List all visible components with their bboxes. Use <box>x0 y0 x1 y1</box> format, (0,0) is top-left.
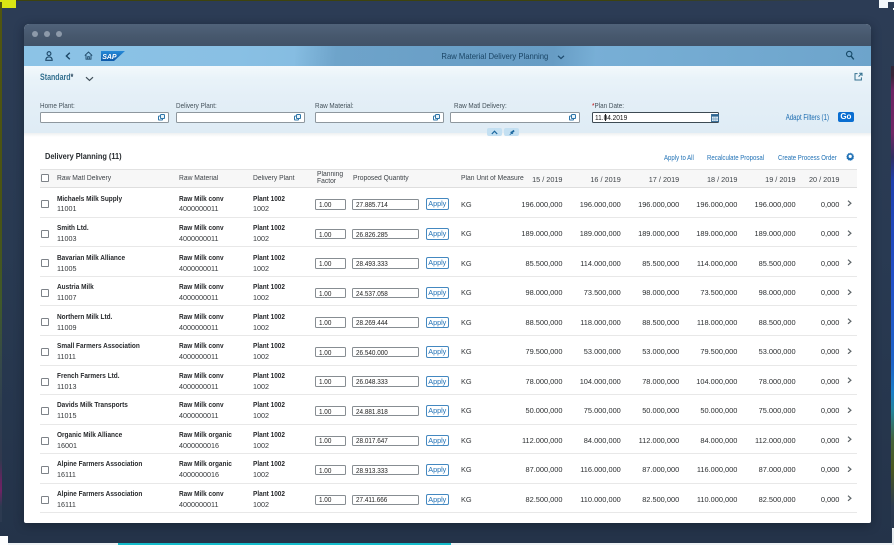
svg-text:SAP: SAP <box>102 54 117 61</box>
